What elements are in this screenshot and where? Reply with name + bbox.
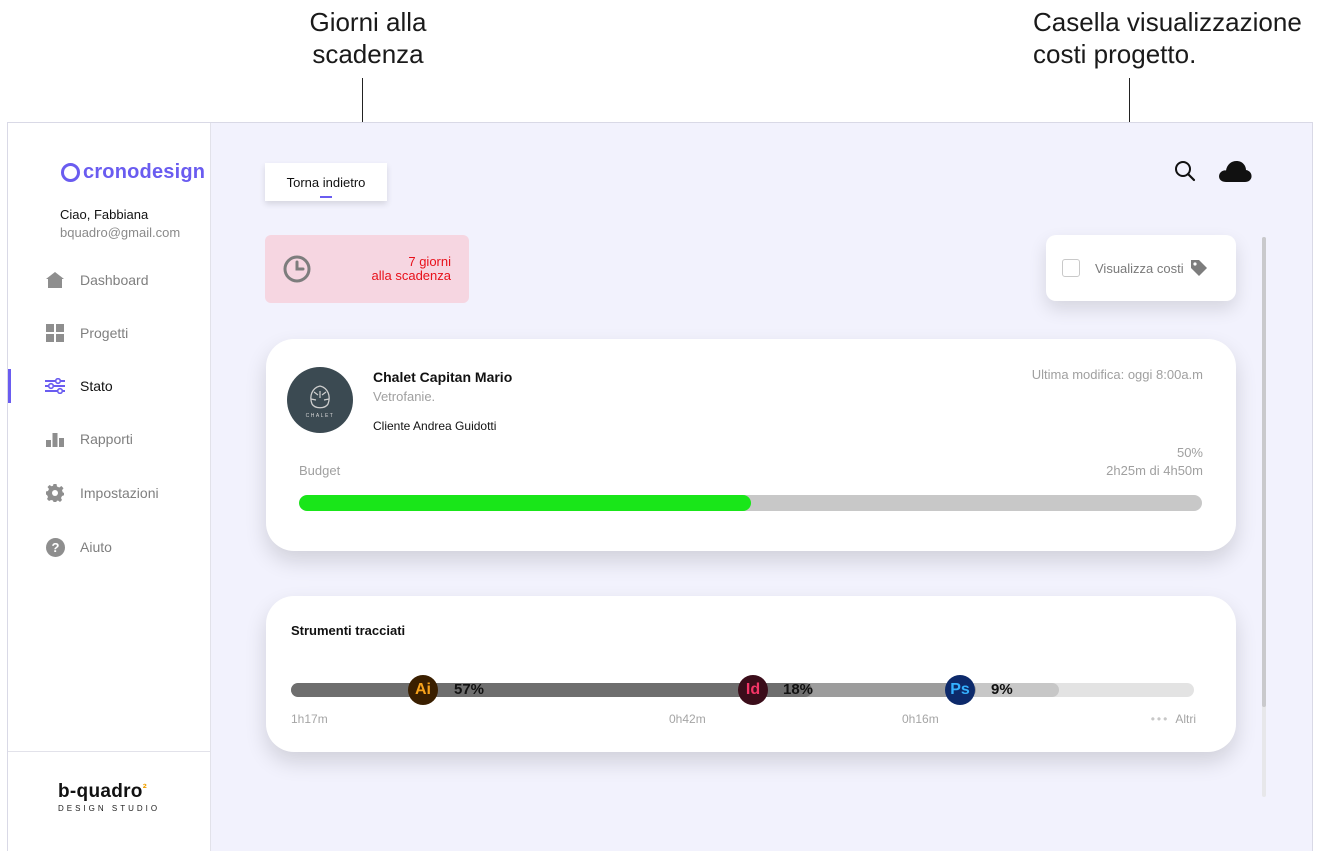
bar-chart-icon xyxy=(45,429,65,449)
tool-abbr: Ps xyxy=(950,681,970,698)
budget-label: Budget xyxy=(299,463,341,478)
sidebar-item-dashboard[interactable]: Dashboard xyxy=(45,265,205,295)
project-avatar: CHALET xyxy=(287,367,353,433)
svg-text:?: ? xyxy=(51,540,59,555)
deadline-card: 7 giorni alla scadenza xyxy=(265,235,469,303)
budget-progress-fill xyxy=(299,495,751,511)
brand-subtitle: DESIGN STUDIO xyxy=(58,804,161,813)
sidebar-divider xyxy=(8,751,210,752)
sidebar-item-stato[interactable]: Stato xyxy=(45,371,205,401)
sidebar-item-label: Progetti xyxy=(80,325,129,341)
project-subtitle: Vetrofanie. xyxy=(373,389,436,404)
tool-percent-ps: 9% xyxy=(991,681,1013,698)
scrollbar-thumb[interactable] xyxy=(1262,237,1266,707)
logo-mark-icon xyxy=(61,163,80,182)
budget-percent: 50% xyxy=(1176,445,1203,460)
app-name: cronodesign xyxy=(83,161,206,183)
user-email: bquadro@gmail.com xyxy=(60,225,181,240)
active-nav-indicator xyxy=(8,369,11,403)
home-icon xyxy=(45,270,65,290)
more-dots-icon: ••• xyxy=(1150,712,1170,726)
sliders-icon xyxy=(45,376,65,396)
deadline-caption: alla scadenza xyxy=(371,268,452,283)
show-costs-label: Visualizza costi xyxy=(1095,260,1184,276)
clock-icon xyxy=(283,255,311,288)
tool-segment-ai xyxy=(291,683,812,697)
help-icon: ? xyxy=(45,537,65,557)
photoshop-icon: Ps xyxy=(945,675,975,705)
gear-icon xyxy=(45,483,65,503)
sidebar-item-impostazioni[interactable]: Impostazioni xyxy=(45,478,205,508)
search-icon[interactable] xyxy=(1174,160,1196,187)
indesign-icon: Id xyxy=(738,675,768,705)
budget-progress-bar xyxy=(299,495,1202,511)
sidebar-item-label: Stato xyxy=(80,378,113,394)
deadline-days: 7 giorni xyxy=(408,254,451,269)
sidebar-item-label: Rapporti xyxy=(80,431,133,447)
project-card[interactable]: CHALET Chalet Capitan Mario Vetrofanie. … xyxy=(266,339,1236,551)
show-costs-checkbox[interactable] xyxy=(1062,259,1080,277)
tool-abbr: Ai xyxy=(415,681,431,698)
tool-time-ps: 0h16m xyxy=(902,712,939,726)
sidebar-item-aiuto[interactable]: ? Aiuto xyxy=(45,532,205,562)
project-client: Cliente Andrea Guidotti xyxy=(373,419,497,433)
tool-time-ai: 1h17m xyxy=(291,712,328,726)
brand-name: b-quadro xyxy=(58,781,143,802)
cloud-icon[interactable] xyxy=(1218,159,1252,188)
studio-brand: b-quadro² DESIGN STUDIO xyxy=(58,781,160,813)
tools-other-label: Altri xyxy=(1175,712,1196,726)
tool-abbr: Id xyxy=(745,681,761,698)
grid-icon xyxy=(45,323,65,343)
app-logo[interactable]: cronodesign xyxy=(61,161,206,184)
tools-other[interactable]: ••• Altri xyxy=(1151,712,1196,726)
scrollbar[interactable] xyxy=(1262,237,1266,797)
sidebar-item-progetti[interactable]: Progetti xyxy=(45,318,205,348)
app-window: cronodesign Ciao, Fabbiana bquadro@gmail… xyxy=(7,122,1313,851)
annotation-deadline: Giorni alla scadenza xyxy=(309,7,427,69)
sidebar-item-label: Aiuto xyxy=(80,539,112,555)
sidebar-item-label: Dashboard xyxy=(80,272,149,288)
tool-time-id: 0h42m xyxy=(669,712,706,726)
illustrator-icon: Ai xyxy=(408,675,438,705)
avatar-text: CHALET xyxy=(305,413,335,419)
sidebar-item-label: Impostazioni xyxy=(80,485,159,501)
tag-icon xyxy=(1190,259,1208,277)
annotation-costs: Casella visualizzazione costi progetto. xyxy=(1033,7,1302,69)
show-costs-toggle[interactable]: Visualizza costi xyxy=(1046,235,1236,301)
deadline-text: 7 giorni alla scadenza xyxy=(372,255,452,283)
back-button-label: Torna indietro xyxy=(286,174,366,190)
back-button[interactable]: Torna indietro xyxy=(265,163,387,201)
tools-title: Strumenti tracciati xyxy=(291,623,406,638)
project-title: Chalet Capitan Mario xyxy=(373,369,513,385)
tools-card: Strumenti tracciati Ai 57% Id 18% Ps 9% … xyxy=(266,596,1236,752)
back-button-indicator xyxy=(320,196,332,198)
header-actions xyxy=(1174,159,1252,188)
sidebar-item-rapporti[interactable]: Rapporti xyxy=(45,424,205,454)
last-modified: Ultima modifica: oggi 8:00a.m xyxy=(1031,367,1203,382)
user-greeting: Ciao, Fabbiana xyxy=(60,207,149,222)
tool-percent-id: 18% xyxy=(783,681,814,698)
sidebar: cronodesign Ciao, Fabbiana bquadro@gmail… xyxy=(8,123,211,851)
budget-time: 2h25m di 4h50m xyxy=(1106,463,1203,478)
brand-mark-icon: ² xyxy=(142,781,148,795)
tool-percent-ai: 57% xyxy=(454,681,485,698)
